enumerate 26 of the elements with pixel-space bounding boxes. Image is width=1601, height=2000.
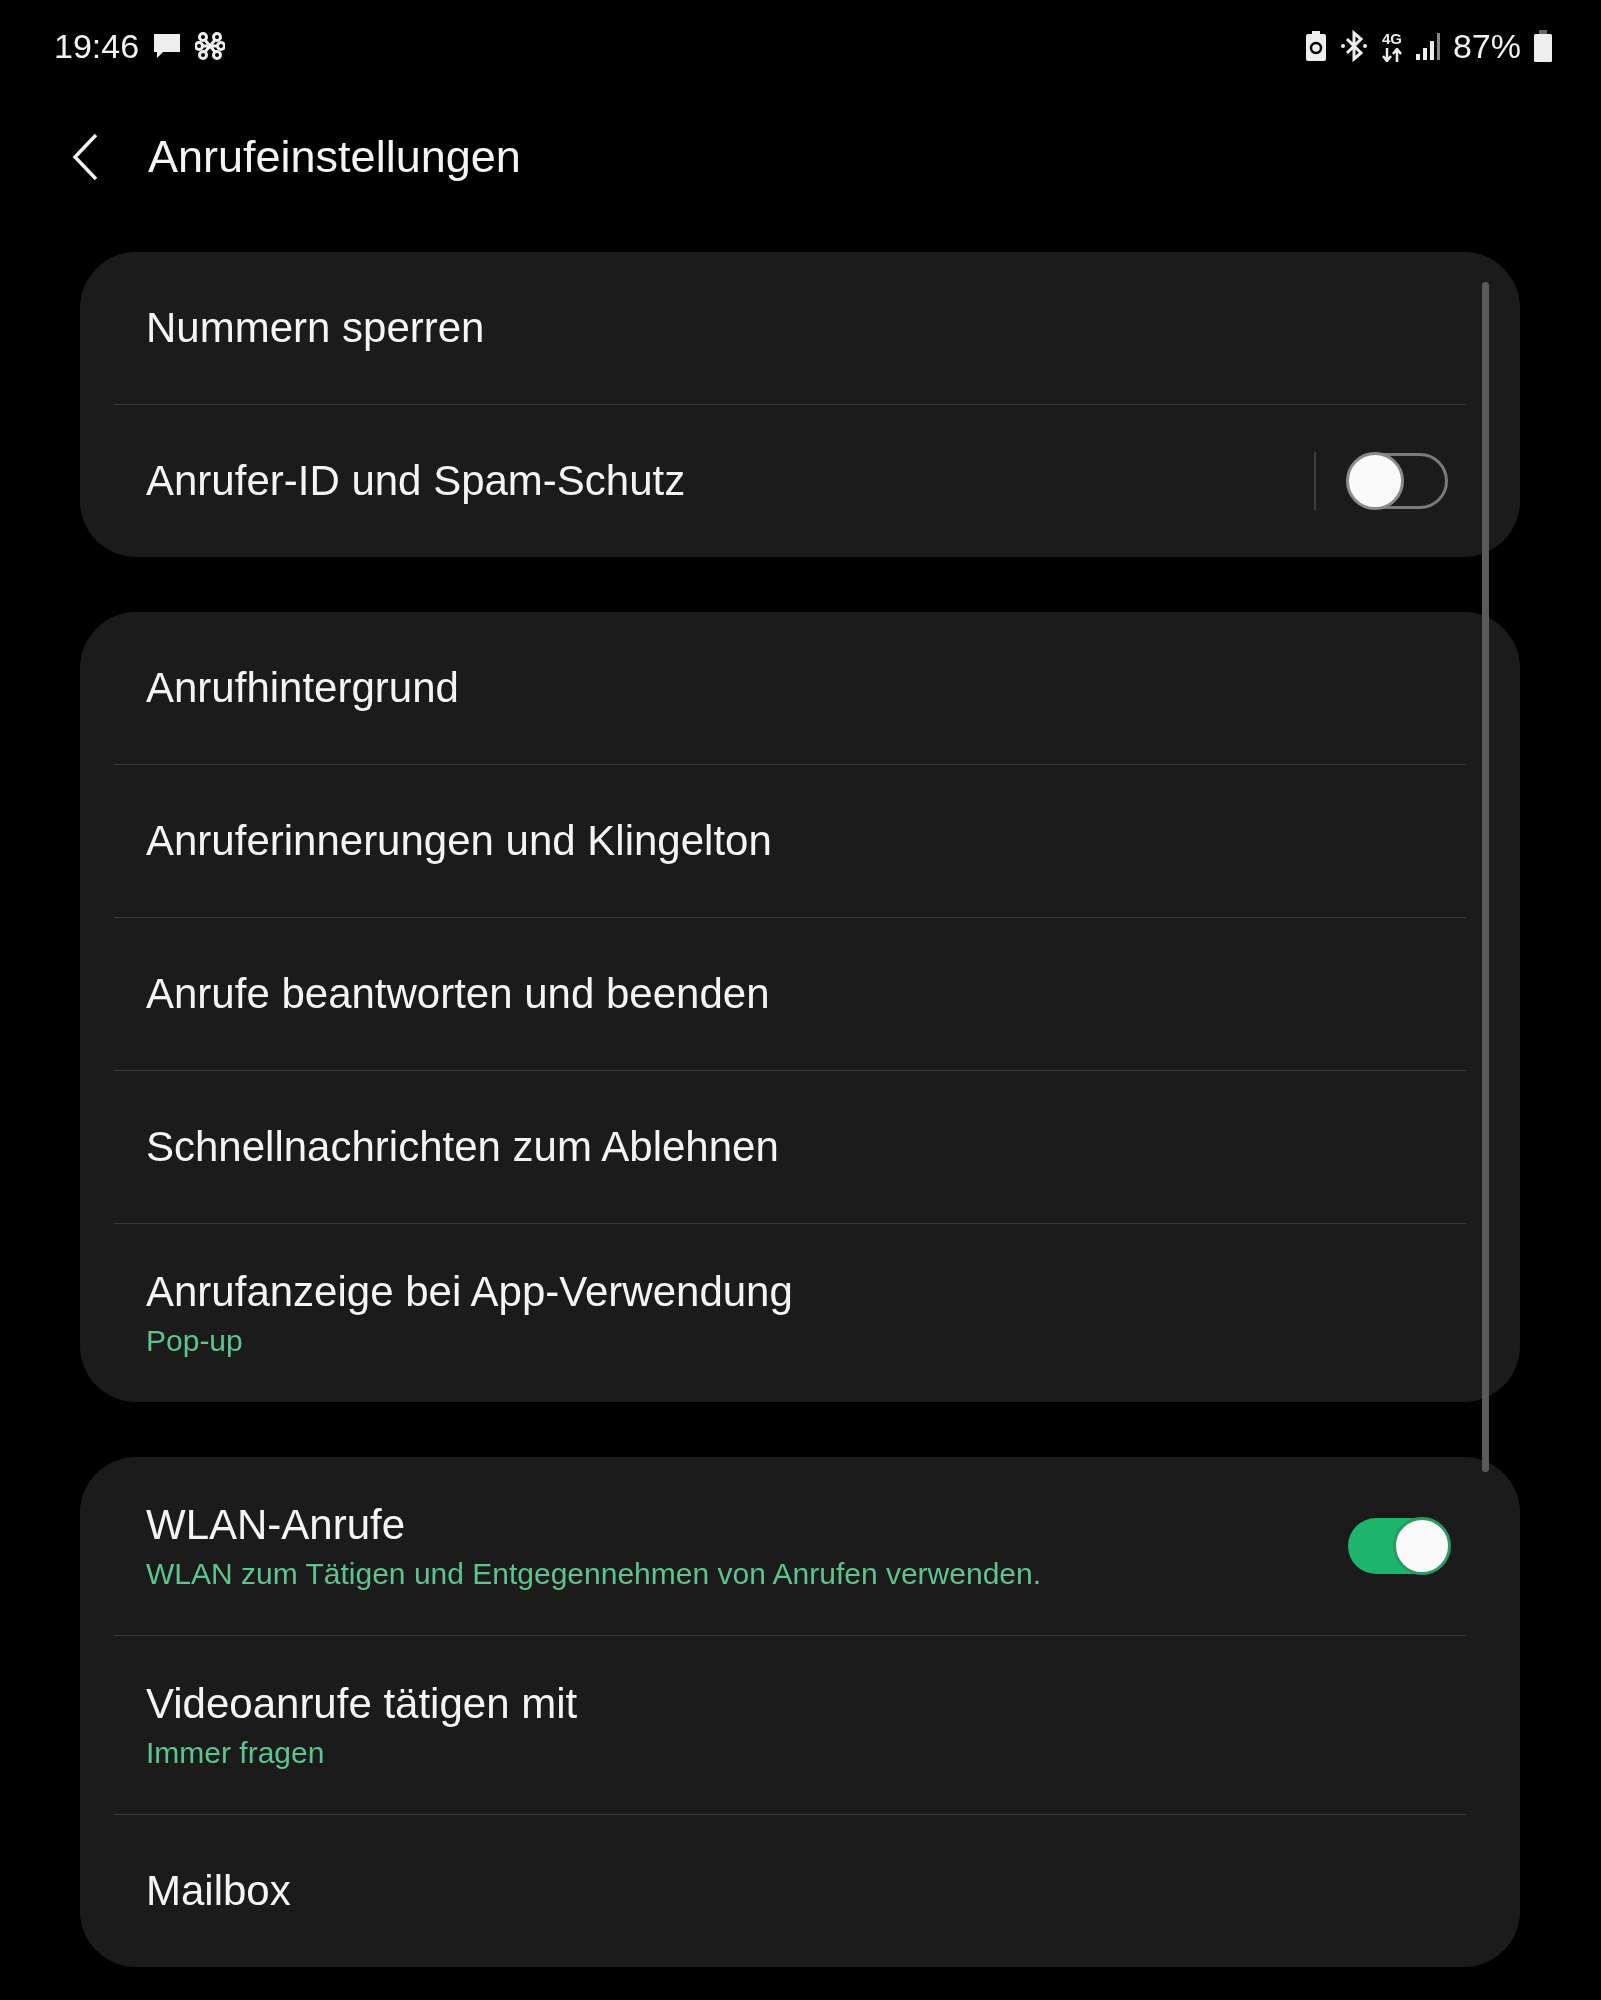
toggle-switch[interactable] (1348, 453, 1448, 509)
setting-label[interactable]: WLAN-Anrufe (146, 1501, 1328, 1549)
battery-icon (1533, 29, 1553, 63)
bluetooth-icon (1338, 30, 1369, 62)
clock: 19:46 (54, 29, 140, 63)
setting-label[interactable]: Anrufer-ID und Spam-Schutz (146, 457, 1294, 505)
battery-saver-icon (1304, 30, 1327, 62)
scrollbar[interactable] (1482, 282, 1489, 1472)
data-arrows-icon (1380, 47, 1403, 62)
battery-percentage: 87% (1452, 29, 1521, 63)
signal-icon (1414, 31, 1441, 61)
nodes-icon (195, 31, 226, 61)
setting-value: Pop-up (146, 1324, 244, 1358)
toggle-switch[interactable] (1348, 1518, 1448, 1574)
setting-label[interactable]: Anrufhintergrund (146, 664, 1448, 712)
setting-label[interactable]: Nummern sperren (146, 304, 1448, 352)
setting-label[interactable]: Anruferinnerungen und Klingelton (146, 817, 1448, 865)
setting-label[interactable]: Schnellnachrichten zum Ablehnen (146, 1123, 1448, 1171)
setting-value: WLAN zum Tätigen und Entgegennehmen von Anrufen verwenden. (146, 1557, 1043, 1591)
setting-value: Immer fragen (146, 1736, 326, 1770)
network-type: 4G (1381, 30, 1402, 46)
setting-label[interactable]: Anrufanzeige bei App-Verwendung (146, 1268, 1448, 1316)
page-title: Anrufeinstellungen (148, 131, 521, 183)
setting-label[interactable]: Anrufe beantworten und beenden (146, 970, 1448, 1018)
setting-label[interactable]: Videoanrufe tätigen mit (146, 1680, 1448, 1728)
setting-label[interactable]: Mailbox (146, 1867, 1448, 1915)
